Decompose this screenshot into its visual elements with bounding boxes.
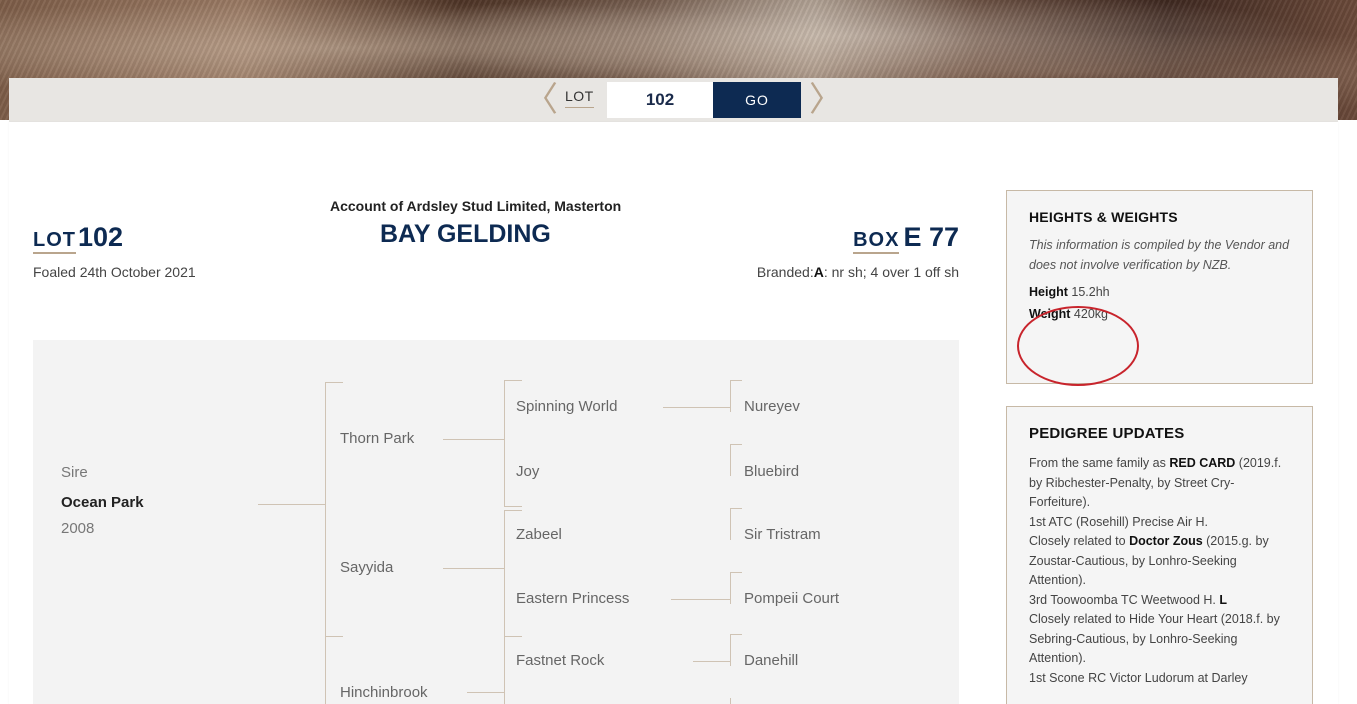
pedigree-horse[interactable]: Sir Tristram — [744, 526, 821, 543]
pedigree-horse[interactable]: Danehill — [744, 652, 798, 669]
pedigree-connector — [730, 508, 731, 540]
update-text: From the same family as — [1029, 456, 1170, 470]
pedigree-connector — [730, 380, 731, 412]
update-horse: Doctor Zous — [1129, 534, 1203, 548]
pedigree-connector — [730, 698, 731, 704]
pedigree-connector — [258, 504, 326, 505]
branded-mark: A — [813, 264, 824, 280]
height-row: Height 15.2hh — [1029, 281, 1290, 303]
pedigree-connector — [325, 382, 326, 704]
pedigree-connector — [730, 634, 742, 635]
sire-year: 2008 — [61, 520, 95, 537]
pedigree-horse[interactable]: Zabeel — [516, 526, 562, 543]
pedigree-connector — [504, 636, 505, 704]
update-text: 1st Scone RC Victor Ludorum at Darley — [1029, 670, 1248, 685]
heights-weights-disclaimer: This information is compiled by the Vend… — [1029, 238, 1290, 272]
pedigree-connector — [730, 380, 742, 381]
sire-label: Sire — [61, 464, 88, 481]
pedigree-connector — [730, 444, 742, 445]
pedigree-connector — [730, 508, 742, 509]
lot-number: 102 — [78, 222, 124, 252]
pedigree-horse[interactable]: Fastnet Rock — [516, 652, 604, 669]
pedigree-horse[interactable]: Joy — [516, 463, 539, 480]
height-value: 15.2hh — [1071, 285, 1110, 299]
update-horse: RED CARD — [1169, 456, 1236, 470]
pedigree-connector — [730, 572, 731, 604]
pedigree-updates-box: PEDIGREE UPDATES From the same family as… — [1006, 406, 1313, 704]
pedigree-connector — [325, 382, 343, 383]
pedigree-connector — [504, 506, 522, 507]
pedigree-connector — [504, 380, 505, 506]
pedigree-connector — [730, 572, 742, 573]
pedigree-horse[interactable]: Bluebird — [744, 463, 799, 480]
pedigree-horse[interactable]: Pompeii Court — [744, 590, 839, 607]
pedigree-connector — [671, 599, 731, 600]
pedigree-connector — [504, 636, 522, 637]
sire-name[interactable]: Ocean Park — [61, 494, 144, 511]
chevron-right-icon[interactable]: 〉 — [809, 82, 843, 118]
pedigree-horse[interactable]: Spinning World — [516, 398, 617, 415]
go-button[interactable]: GO — [713, 82, 801, 118]
pedigree-horse[interactable]: Thorn Park — [340, 430, 414, 447]
lot-heading: LOT102 — [33, 222, 124, 254]
lot-navigation-bar: 〈 LOT GO 〉 — [9, 78, 1338, 122]
update-text: Closely related to Hide Your Heart (2018… — [1029, 612, 1280, 665]
pedigree-chart: Sire Ocean Park 2008 Thorn Park Sayyida … — [33, 340, 959, 704]
pedigree-connector — [504, 380, 522, 381]
lot-number-input[interactable] — [607, 82, 713, 118]
pedigree-connector — [730, 444, 731, 476]
box-heading: BOX E 77 — [853, 222, 959, 254]
pedigree-connector — [504, 510, 522, 511]
heights-weights-title: HEIGHTS & WEIGHTS — [1029, 209, 1178, 225]
lot-label: LOT — [33, 229, 76, 254]
page-title: BAY GELDING — [380, 220, 551, 248]
red-annotation-circle — [1017, 306, 1139, 386]
pedigree-connector — [693, 661, 731, 662]
pedigree-connector — [504, 510, 505, 636]
lot-input-label: LOT — [565, 88, 594, 108]
branded-label: Branded: — [756, 264, 814, 280]
update-text: 1st ATC (Rosehill) Precise Air H. — [1029, 514, 1208, 529]
foaled-date: Foaled 24th October 2021 — [33, 264, 196, 280]
pedigree-connector — [443, 568, 505, 569]
pedigree-updates-content: From the same family as RED CARD (2019.f… — [1029, 454, 1290, 688]
box-label: BOX — [853, 229, 900, 254]
listed-badge: L — [1219, 592, 1228, 607]
box-number: E 77 — [903, 222, 959, 252]
branded-text: : nr sh; 4 over 1 off sh — [823, 264, 959, 280]
pedigree-connector — [325, 636, 343, 637]
pedigree-connector — [443, 439, 505, 440]
pedigree-horse[interactable]: Hinchinbrook — [340, 684, 428, 701]
pedigree-horse[interactable]: Sayyida — [340, 559, 393, 576]
pedigree-connector — [730, 634, 731, 666]
pedigree-horse[interactable]: Eastern Princess — [516, 590, 629, 607]
vendor-account: Account of Ardsley Stud Limited, Mastert… — [330, 198, 622, 214]
update-text: Closely related to — [1029, 534, 1130, 548]
height-label: Height — [1029, 285, 1068, 299]
pedigree-updates-title: PEDIGREE UPDATES — [1029, 425, 1185, 442]
pedigree-connector — [467, 692, 505, 693]
chevron-left-icon[interactable]: 〈 — [524, 82, 558, 118]
pedigree-connector — [663, 407, 731, 408]
pedigree-horse[interactable]: Nureyev — [744, 398, 800, 415]
update-text: 3rd Toowoomba TC Weetwood H. — [1029, 592, 1220, 607]
brand-marks: Branded:A: nr sh; 4 over 1 off sh — [757, 264, 959, 280]
